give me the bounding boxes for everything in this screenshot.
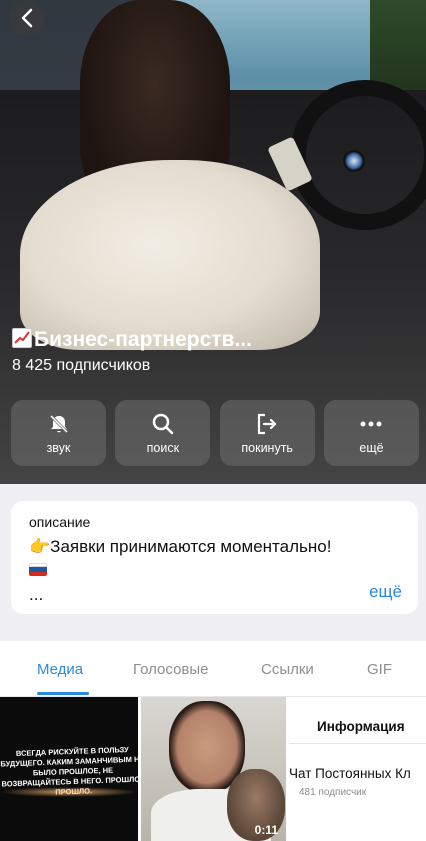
description-more-link[interactable]: ещё bbox=[369, 582, 402, 602]
search-label: поиск bbox=[146, 441, 180, 455]
mute-button[interactable]: звук bbox=[11, 400, 106, 466]
subscriber-count: 8 425 подписчиков bbox=[12, 357, 151, 374]
media-item-video[interactable]: 0:11 bbox=[141, 697, 286, 841]
more-label: ещё bbox=[359, 441, 384, 455]
search-button[interactable]: поиск bbox=[115, 400, 211, 466]
description-card: описание 👉Заявки принимаются моментально… bbox=[11, 501, 418, 614]
tab-media[interactable]: Медиа bbox=[37, 661, 83, 678]
media-grid: ВСЕГДА РИСКУЙТЕ В ПОЛЬЗУ БУДУЩЕГО. КАКИМ… bbox=[0, 697, 426, 841]
description-ellipsis: ... bbox=[29, 585, 44, 604]
media-item-image[interactable]: ВСЕГДА РИСКУЙТЕ В ПОЛЬЗУ БУДУЩЕГО. КАКИМ… bbox=[0, 697, 138, 841]
bell-slash-icon bbox=[48, 411, 70, 437]
chevron-left-icon bbox=[21, 8, 33, 28]
preview-subtitle: 481 подписчик bbox=[299, 787, 367, 798]
flag-shape bbox=[29, 563, 47, 576]
active-tab-indicator bbox=[37, 692, 89, 695]
cover-person-coat bbox=[20, 160, 320, 350]
preview-divider bbox=[289, 743, 426, 744]
image-glow bbox=[0, 787, 138, 797]
mute-label: звук bbox=[46, 441, 71, 455]
leave-label: покинуть bbox=[241, 441, 293, 455]
cover-car-logo bbox=[343, 150, 365, 172]
channel-actions: звук поиск покинуть ещё bbox=[11, 400, 419, 466]
leave-icon bbox=[255, 411, 279, 437]
pointing-hand-icon: 👉 bbox=[29, 537, 51, 556]
channel-title-text: Бизнес-партнерств... bbox=[34, 328, 252, 351]
tab-links[interactable]: Ссылки bbox=[261, 661, 314, 678]
media-item-link-preview[interactable]: Информация Чат Постоянных Кл 481 подписч… bbox=[289, 697, 426, 841]
description-caption: описание bbox=[29, 514, 91, 530]
search-icon bbox=[152, 411, 174, 437]
preview-title: Чат Постоянных Кл bbox=[289, 766, 411, 781]
russia-flag-icon bbox=[29, 559, 47, 579]
leave-button[interactable]: покинуть bbox=[219, 400, 315, 466]
more-button[interactable]: ещё bbox=[323, 400, 419, 466]
description-text-body: Заявки принимаются моментально! bbox=[50, 537, 332, 556]
preview-header: Информация bbox=[317, 719, 405, 734]
description-text: 👉Заявки принимаются моментально! bbox=[29, 537, 331, 557]
tab-voice[interactable]: Голосовые bbox=[133, 661, 209, 678]
media-tabs: Медиа Голосовые Ссылки GIF bbox=[0, 641, 426, 697]
video-duration: 0:11 bbox=[254, 823, 278, 837]
more-icon bbox=[359, 411, 383, 437]
back-button[interactable] bbox=[9, 0, 45, 36]
chart-up-icon bbox=[12, 328, 32, 348]
tab-gif[interactable]: GIF bbox=[367, 661, 392, 678]
channel-title: Бизнес-партнерств... bbox=[12, 328, 252, 352]
